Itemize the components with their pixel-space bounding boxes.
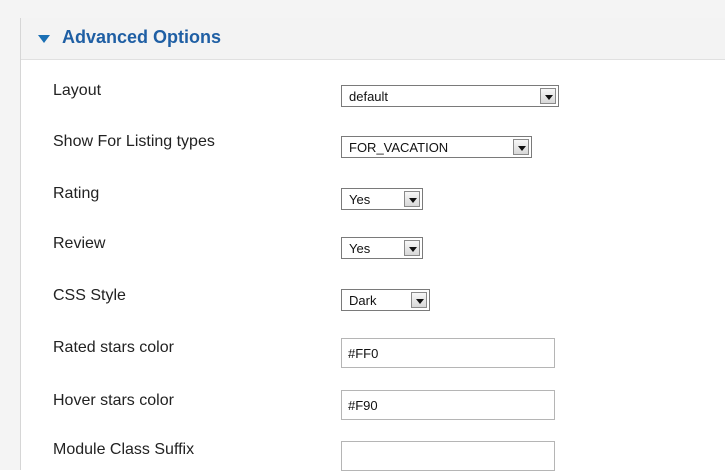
chevron-down-icon[interactable]: [513, 139, 529, 155]
panel-header[interactable]: Advanced Options: [21, 18, 725, 60]
css-style-select[interactable]: Dark: [341, 289, 430, 311]
page-background: Advanced Options Layout default Show For…: [0, 0, 725, 471]
layout-label: Layout: [53, 82, 102, 99]
css-style-label: CSS Style: [53, 287, 126, 304]
chevron-down-icon[interactable]: [404, 191, 420, 207]
listing-types-select-value: FOR_VACATION: [349, 140, 449, 155]
rating-select-value: Yes: [349, 192, 371, 207]
listing-types-label: Show For Listing types: [53, 133, 215, 150]
hover-stars-color-input[interactable]: [341, 390, 555, 420]
rated-stars-color-input[interactable]: [341, 338, 555, 368]
chevron-down-icon[interactable]: [411, 292, 427, 308]
review-select[interactable]: Yes: [341, 237, 423, 259]
chevron-down-icon[interactable]: [540, 88, 556, 104]
layout-select-value: default: [349, 89, 389, 104]
panel-title[interactable]: Advanced Options: [62, 27, 221, 48]
rating-select[interactable]: Yes: [341, 188, 423, 210]
triangle-down-icon[interactable]: [38, 35, 50, 43]
rating-label: Rating: [53, 185, 100, 202]
review-select-value: Yes: [349, 241, 371, 256]
module-class-suffix-label: Module Class Suffix: [53, 441, 195, 458]
review-label: Review: [53, 235, 106, 252]
hover-stars-color-label: Hover stars color: [53, 392, 174, 409]
rated-stars-color-label: Rated stars color: [53, 339, 174, 356]
chevron-down-icon[interactable]: [404, 240, 420, 256]
layout-select[interactable]: default: [341, 85, 559, 107]
module-class-suffix-input[interactable]: [341, 441, 555, 471]
listing-types-select[interactable]: FOR_VACATION: [341, 136, 532, 158]
advanced-options-panel: Advanced Options Layout default Show For…: [20, 18, 725, 471]
css-style-select-value: Dark: [349, 293, 377, 308]
